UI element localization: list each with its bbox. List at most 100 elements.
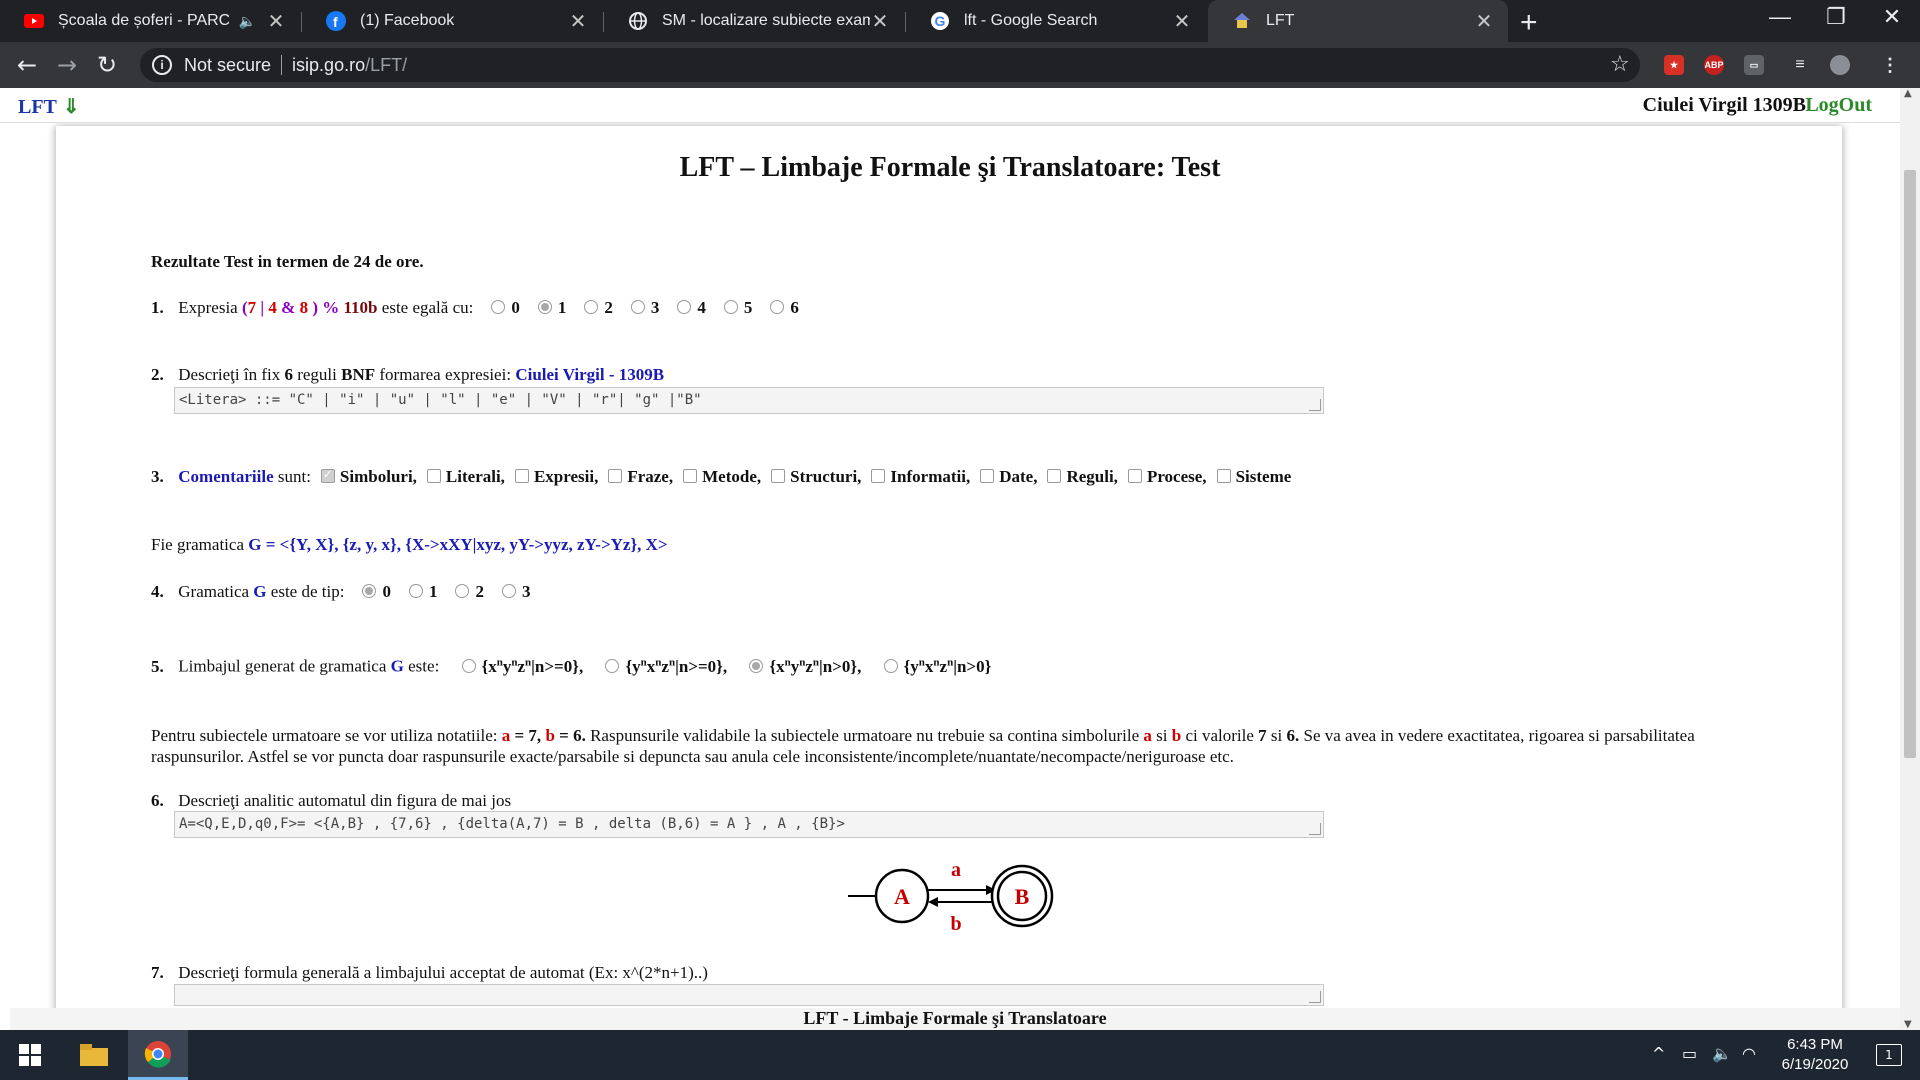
scroll-up-icon[interactable]: ▲: [1904, 88, 1912, 99]
resize-grip-icon[interactable]: [1309, 823, 1321, 835]
reload-icon[interactable]: ↻: [92, 50, 122, 80]
question-number: 3.: [151, 467, 164, 486]
taskbar-clock[interactable]: 6:43 PM 6/19/2020: [1760, 1035, 1870, 1075]
grammar-definition: Fie gramatica G = <{Y, X}, {z, y, x}, {X…: [151, 535, 668, 555]
wifi-icon[interactable]: ◠: [1742, 1044, 1756, 1063]
q3-checkbox[interactable]: [683, 469, 698, 483]
q3-checkbox[interactable]: [871, 469, 886, 483]
option-label: 2: [475, 582, 484, 601]
option-label: Fraze,: [627, 467, 674, 486]
option-label: Literali,: [445, 467, 505, 486]
brand-link[interactable]: LFT ⇓: [18, 94, 80, 119]
q4-radio[interactable]: [455, 584, 470, 598]
q3-checkbox[interactable]: [320, 467, 335, 483]
address-bar[interactable]: i Not secure isip.go.ro/LFT/: [140, 48, 1640, 82]
tab-google[interactable]: G lft - Google Search ✕: [906, 0, 1206, 42]
q3-checkbox[interactable]: [426, 469, 441, 483]
q3-checkbox[interactable]: [980, 469, 995, 483]
info-icon[interactable]: i: [152, 55, 172, 75]
q5-radio[interactable]: [461, 658, 476, 673]
q3-checkbox[interactable]: [514, 469, 529, 483]
media-queue-icon[interactable]: ≡: [1790, 55, 1810, 75]
new-tab-button[interactable]: +: [1520, 6, 1538, 40]
q5-radio[interactable]: [749, 658, 764, 673]
tab-lft[interactable]: LFT ✕: [1208, 0, 1508, 42]
q3-checkbox[interactable]: [608, 469, 623, 483]
option-label: Procese,: [1146, 467, 1207, 486]
q4-radio[interactable]: [362, 584, 377, 598]
close-window-button[interactable]: ✕: [1862, 4, 1920, 30]
option-label: Reguli,: [1066, 467, 1118, 486]
windows-start-icon[interactable]: [0, 1030, 60, 1080]
vertical-scrollbar[interactable]: ▲ ▼: [1900, 88, 1920, 1030]
q1-radio[interactable]: [770, 300, 785, 314]
expr-value: 8: [299, 298, 309, 317]
resize-grip-icon[interactable]: [1309, 399, 1321, 411]
q1-radio[interactable]: [630, 300, 645, 314]
q5-radio[interactable]: [605, 658, 620, 673]
volume-icon[interactable]: 🔈: [1712, 1044, 1732, 1063]
tab-youtube[interactable]: Școala de șoferi - PARCĂRI - 🔈 ✕: [0, 0, 300, 42]
tab-facebook[interactable]: f (1) Facebook ✕: [302, 0, 602, 42]
close-tab-icon[interactable]: ✕: [266, 9, 286, 34]
q5-radio[interactable]: [883, 658, 898, 673]
option-label: 1: [428, 582, 438, 601]
chrome-taskbar-icon[interactable]: [128, 1030, 188, 1080]
grammar-def: G = <{Y, X}, {z, y, x}, {X->xXY|xyz, yY-…: [248, 535, 668, 554]
file-explorer-icon[interactable]: [64, 1030, 124, 1080]
extension-red-icon[interactable]: ★: [1664, 55, 1684, 75]
close-tab-icon[interactable]: ✕: [1172, 9, 1192, 34]
option-label: 0: [511, 298, 520, 317]
option-label: {xnynzn|n>0},: [769, 656, 862, 676]
bookmark-star-icon[interactable]: ☆: [1610, 52, 1630, 77]
q1-radio[interactable]: [491, 300, 506, 314]
q4-radio[interactable]: [408, 584, 423, 598]
tab-sm[interactable]: SM - localizare subiecte examen ✕: [604, 0, 904, 42]
scrollbar-thumb[interactable]: [1904, 170, 1916, 758]
close-tab-icon[interactable]: ✕: [870, 9, 890, 34]
youtube-icon: [24, 11, 44, 31]
audio-icon[interactable]: 🔈: [239, 13, 256, 30]
q5-g: G: [390, 656, 404, 676]
q7-answer-textarea[interactable]: [174, 984, 1324, 1006]
notification-center-icon[interactable]: 1: [1876, 1044, 1902, 1066]
extension-gray-icon[interactable]: ▭: [1744, 55, 1764, 75]
q3-checkbox[interactable]: [1127, 469, 1142, 483]
q1-radio[interactable]: [584, 300, 599, 314]
scroll-down-icon[interactable]: ▼: [1904, 1019, 1912, 1030]
state-b-label: B: [1015, 884, 1030, 909]
q2-count: 6: [284, 365, 293, 384]
q3-checkbox[interactable]: [771, 469, 786, 483]
q2-answer-textarea[interactable]: <Litera> ::= "C" | "i" | "u" | "l" | "e"…: [174, 387, 1324, 414]
menu-dots-icon[interactable]: ⋮: [1880, 55, 1900, 75]
resize-grip-icon[interactable]: [1309, 991, 1321, 1003]
q3-checkbox[interactable]: [1047, 469, 1062, 483]
minimize-button[interactable]: —: [1750, 4, 1810, 30]
battery-icon[interactable]: ▭: [1682, 1044, 1697, 1063]
q6-answer-textarea[interactable]: A=<Q,E,D,q0,F>= <{A,B} , {7,6} , {delta(…: [174, 811, 1324, 838]
option-label: Structuri,: [790, 467, 862, 486]
logout-link[interactable]: LogOut: [1805, 94, 1872, 117]
q1-radio[interactable]: [537, 300, 552, 314]
back-arrow-icon[interactable]: ←: [12, 50, 42, 80]
profile-avatar[interactable]: [1830, 55, 1850, 75]
notation-value: = 6.: [559, 726, 586, 745]
forward-arrow-icon[interactable]: →: [52, 50, 82, 80]
close-tab-icon[interactable]: ✕: [568, 9, 588, 34]
question-2: 2. Descrieţi în fix 6 reguli BNF formare…: [151, 365, 664, 385]
adblock-icon[interactable]: ABP: [1704, 55, 1724, 75]
restore-button[interactable]: ❐: [1806, 4, 1866, 30]
page-footer: LFT - Limbaje Formale şi Translatoare: [10, 1008, 1900, 1030]
address-separator: [281, 55, 283, 75]
symbol-a: a: [501, 726, 511, 745]
q3-checkbox[interactable]: [1216, 469, 1231, 483]
grammar-pre: Fie gramatica: [151, 535, 244, 554]
tab-title: (1) Facebook: [360, 12, 455, 29]
q1-radio[interactable]: [677, 300, 692, 314]
q1-radio[interactable]: [723, 300, 738, 314]
notification-count: 1: [1885, 1048, 1893, 1062]
expr-op: &: [281, 298, 296, 317]
tray-expand-icon[interactable]: ^: [1652, 1044, 1665, 1063]
close-tab-icon[interactable]: ✕: [1474, 9, 1494, 34]
q4-radio[interactable]: [501, 584, 516, 598]
